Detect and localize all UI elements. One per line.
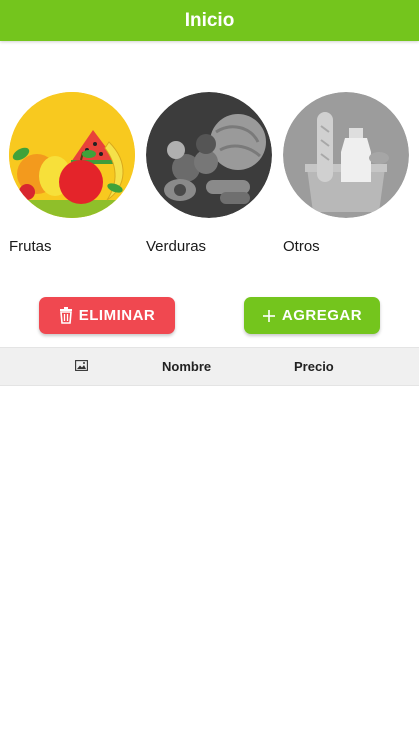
vegetables-image <box>146 92 272 218</box>
column-header-price-label: Precio <box>294 359 334 374</box>
category-label: Frutas <box>9 238 52 255</box>
add-button[interactable]: AGREGAR <box>244 297 380 334</box>
category-label: Otros <box>283 238 320 255</box>
plus-icon <box>262 309 276 323</box>
page-title: Inicio <box>184 9 235 31</box>
image-icon <box>75 359 88 374</box>
category-others[interactable]: Otros <box>283 92 409 260</box>
app-bar: Inicio <box>0 0 419 41</box>
groceries-image <box>283 92 409 218</box>
column-header-name-label: Nombre <box>162 359 212 374</box>
table-header: Nombre Precio <box>0 347 419 386</box>
category-label: Verduras <box>146 238 207 255</box>
column-header-name[interactable]: Nombre <box>162 348 211 385</box>
add-button-label: AGREGAR <box>281 307 363 324</box>
fruits-image <box>9 92 135 218</box>
column-header-image <box>75 348 88 385</box>
category-vegetables[interactable]: Verduras <box>146 92 272 260</box>
column-header-price[interactable]: Precio <box>294 348 334 385</box>
trash-icon <box>59 307 73 324</box>
delete-button[interactable]: ELIMINAR <box>39 297 175 334</box>
category-fruits[interactable]: Frutas <box>9 92 135 260</box>
delete-button-label: ELIMINAR <box>78 307 156 324</box>
